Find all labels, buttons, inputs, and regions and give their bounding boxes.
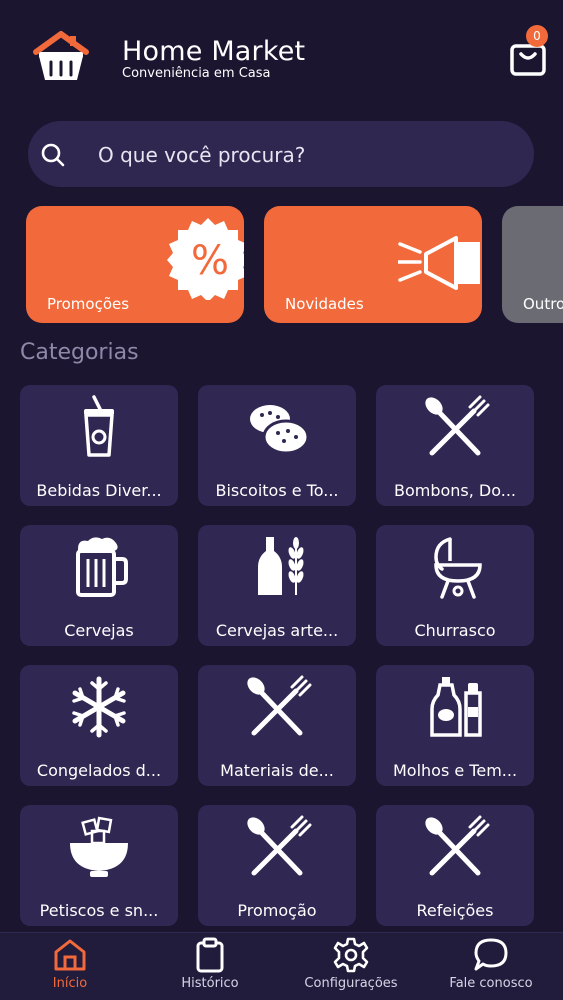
clipboard-icon xyxy=(196,937,224,973)
category-tile[interactable]: Materiais de... xyxy=(198,665,356,786)
category-tile[interactable]: Bombons, Do... xyxy=(376,385,534,506)
app-header: Home Market Conveniência em Casa 0 xyxy=(0,0,563,110)
fork-spoon-icon xyxy=(425,395,490,456)
nav-item-historico[interactable]: Histórico xyxy=(140,933,280,1000)
home-icon xyxy=(54,939,86,971)
promo-label: Novidades xyxy=(285,295,364,313)
promo-label: Outros xyxy=(523,295,563,313)
nav-item-fale-conosco[interactable]: Fale conosco xyxy=(421,933,561,1000)
app-subtitle: Conveniência em Casa xyxy=(122,66,271,81)
bottom-nav: Início Histórico Configurações Fale cono… xyxy=(0,932,563,1000)
snowflake-icon xyxy=(72,676,126,738)
basket-house-icon xyxy=(33,31,89,80)
fork-spoon-icon xyxy=(425,815,490,876)
promo-card-promocoes[interactable]: % Promoções xyxy=(26,206,244,323)
category-label: Bombons, Do... xyxy=(393,481,517,500)
promo-label: Promoções xyxy=(47,295,130,313)
category-label: Refeições xyxy=(416,901,494,920)
sauce-bottles-icon xyxy=(430,677,482,737)
cart-count-badge: 0 xyxy=(526,25,548,47)
category-label: Petiscos e sn... xyxy=(39,901,159,920)
category-tile[interactable]: Cervejas arte... xyxy=(198,525,356,646)
categories-heading: Categorias xyxy=(20,340,139,365)
nav-item-configuracoes[interactable]: Configurações xyxy=(281,933,421,1000)
biscuits-icon xyxy=(250,405,310,455)
category-tile[interactable]: Molhos e Tem... xyxy=(376,665,534,786)
category-tile[interactable]: Biscoitos e To... xyxy=(198,385,356,506)
megaphone-icon xyxy=(398,236,480,290)
category-label: Bebidas Diver... xyxy=(36,481,162,500)
category-label: Materiais de... xyxy=(220,761,334,780)
category-tile[interactable]: Cervejas xyxy=(20,525,178,646)
beer-bottle-wheat-icon xyxy=(258,537,304,595)
promo-card-novidades[interactable]: Novidades xyxy=(264,206,482,323)
gear-icon xyxy=(333,937,369,973)
category-tile[interactable]: Churrasco xyxy=(376,525,534,646)
category-label: Congelados d... xyxy=(36,761,162,780)
nav-label: Configurações xyxy=(304,976,398,991)
category-tile[interactable]: Promoção xyxy=(198,805,356,926)
soda-cup-icon xyxy=(84,395,114,457)
category-tile[interactable]: Petiscos e sn... xyxy=(20,805,178,926)
category-label: Churrasco xyxy=(414,621,496,640)
search-icon xyxy=(41,143,65,167)
promo-card-outros[interactable]: Outros xyxy=(502,206,563,323)
percent-badge-icon: % xyxy=(167,218,244,300)
nav-label: Início xyxy=(52,976,88,991)
snack-bowl-icon xyxy=(70,816,128,877)
category-label: Promoção xyxy=(237,901,317,920)
nav-label: Fale conosco xyxy=(449,976,533,991)
search-placeholder[interactable]: O que você procura? xyxy=(98,143,305,167)
nav-item-inicio[interactable]: Início xyxy=(0,933,140,1000)
category-tile[interactable]: Congelados d... xyxy=(20,665,178,786)
category-label: Biscoitos e To... xyxy=(215,481,339,500)
nav-label: Histórico xyxy=(181,976,239,991)
svg-text:%: % xyxy=(191,238,229,284)
category-label: Cervejas xyxy=(64,621,134,640)
app-title: Home Market xyxy=(122,36,306,67)
category-label: Molhos e Tem... xyxy=(392,761,518,780)
category-tile[interactable]: Refeições xyxy=(376,805,534,926)
category-label: Cervejas arte... xyxy=(215,621,339,640)
grill-icon xyxy=(434,537,482,599)
beer-mug-icon xyxy=(76,537,128,597)
fork-spoon-icon xyxy=(247,815,312,876)
category-tile[interactable]: Bebidas Diver... xyxy=(20,385,178,506)
fork-spoon-icon xyxy=(247,675,312,736)
chat-bubble-icon xyxy=(474,938,508,971)
